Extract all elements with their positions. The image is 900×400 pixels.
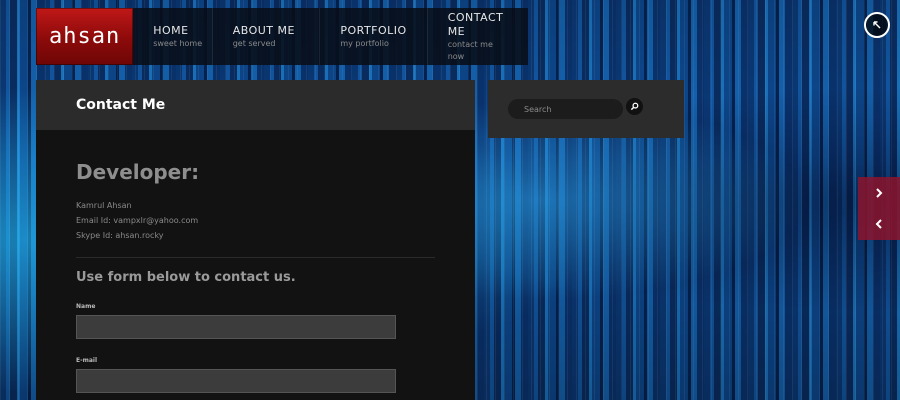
page-title: Contact Me <box>76 97 166 113</box>
panel-header: Contact Me <box>36 80 475 130</box>
nav-item-title: ABOUT ME <box>232 23 295 37</box>
search-widget <box>488 80 684 138</box>
nav-item-portfolio[interactable]: PORTFOLIO my portfolio <box>320 8 428 65</box>
nav-item-contact[interactable]: CONTACT ME contact me now <box>428 8 528 65</box>
section-divider <box>76 257 435 258</box>
magnifier-icon <box>630 102 639 110</box>
developer-info: Kamrul Ahsan Email Id: vampxlr@yahoo.com… <box>76 198 435 243</box>
chevron-right-icon <box>876 188 883 198</box>
nav-item-title: CONTACT ME <box>447 10 504 38</box>
nav-item-home[interactable]: HOME sweet home <box>133 8 213 65</box>
nav-item-subtitle: sweet home <box>153 38 203 48</box>
form-heading: Use form below to contact us. <box>76 270 296 285</box>
email-field[interactable] <box>76 369 396 393</box>
fullscreen-button[interactable] <box>864 12 890 38</box>
name-field[interactable] <box>76 315 396 339</box>
chevron-left-icon <box>875 219 882 229</box>
nav-item-subtitle: get served <box>232 38 276 48</box>
nav-item-subtitle: contact me now <box>447 39 493 61</box>
prev-slide-button[interactable] <box>858 209 900 241</box>
nav-item-title: HOME <box>153 23 189 37</box>
fullscreen-toggle-icon <box>873 21 881 29</box>
content-panel: Contact Me Developer: Kamrul Ahsan Email… <box>36 80 475 400</box>
main-navigation: ahsan HOME sweet home ABOUT ME get serve… <box>36 8 528 65</box>
site-logo[interactable]: ahsan <box>36 8 134 65</box>
panel-body: Developer: Kamrul Ahsan Email Id: vampxl… <box>36 130 475 393</box>
developer-name: Kamrul Ahsan <box>76 201 132 210</box>
search-button[interactable] <box>626 97 643 115</box>
nav-item-subtitle: my portfolio <box>340 38 389 48</box>
nav-item-about[interactable]: ABOUT ME get served <box>213 8 321 65</box>
developer-heading: Developer: <box>76 160 200 184</box>
search-input[interactable] <box>508 99 623 119</box>
nav-item-title: PORTFOLIO <box>340 23 407 37</box>
developer-email: Email Id: vampxlr@yahoo.com <box>76 216 199 225</box>
name-label: Name <box>76 303 96 310</box>
email-label: E-mail <box>76 357 98 364</box>
developer-skype: Skype Id: ahsan.rocky <box>76 231 164 240</box>
logo-text: ahsan <box>48 24 121 49</box>
next-slide-button[interactable] <box>858 177 900 209</box>
slide-arrows <box>858 177 900 240</box>
